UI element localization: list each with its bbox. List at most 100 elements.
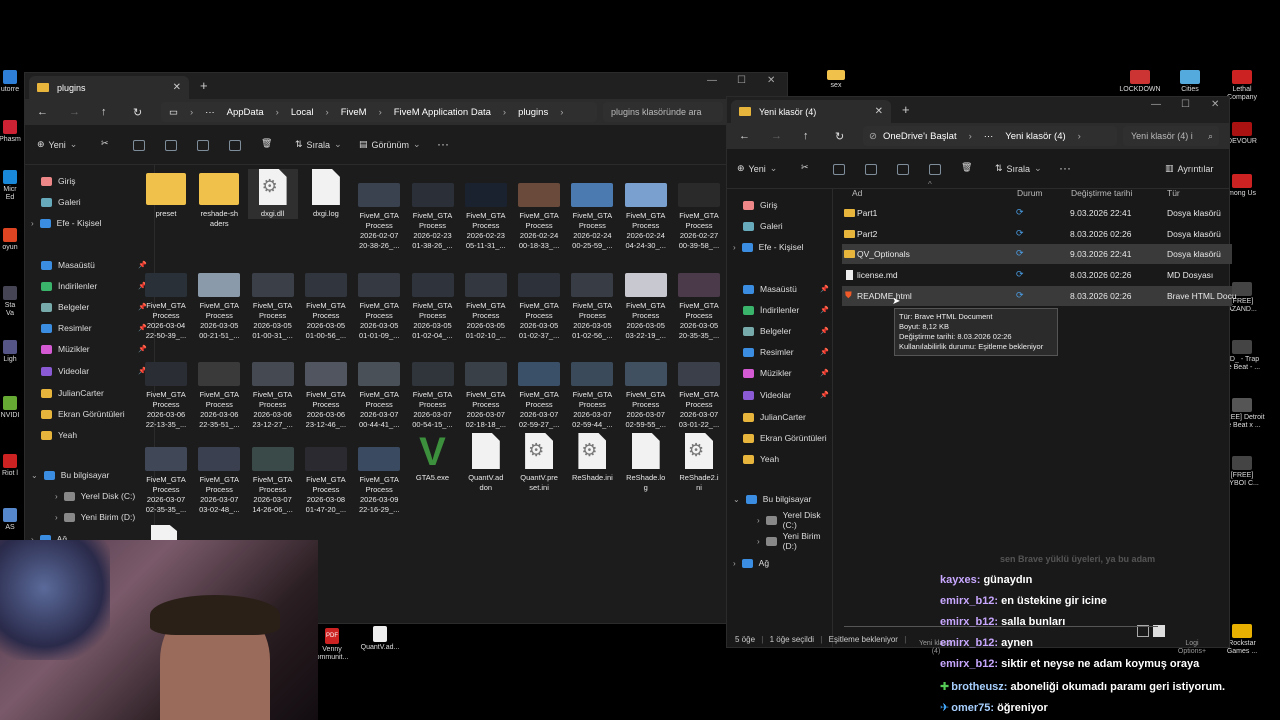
- copy-icon[interactable]: [133, 140, 145, 151]
- paste-icon[interactable]: [165, 140, 177, 151]
- new-tab-button[interactable]: +: [200, 78, 208, 93]
- sidebar-item[interactable]: › Yerel Disk (C:): [727, 510, 833, 530]
- file-tile[interactable]: ReShade.ini: [567, 433, 617, 483]
- file-tile[interactable]: FiveM_GTA Process 2026-02-23 05-11-31_..…: [461, 169, 511, 251]
- tab-plugins[interactable]: plugins ✕: [29, 76, 189, 99]
- desktop-icon-logi-options[interactable]: Logi Options+: [1170, 640, 1214, 656]
- file-tile[interactable]: FiveM_GTA Process 2026-03-05 01-02-04_..…: [408, 259, 458, 341]
- refresh-button[interactable]: ↻: [133, 106, 142, 119]
- file-tile[interactable]: FiveM_GTA Process 2026-03-04 22-50-39_..…: [141, 259, 191, 341]
- file-row[interactable]: license.md ⟳ 8.03.2026 02:26 MD Dosyası: [842, 265, 1232, 285]
- file-tile[interactable]: reshade-sh aders: [194, 169, 244, 229]
- back-button[interactable]: ←: [739, 130, 750, 142]
- file-tile[interactable]: FiveM_GTA Process 2026-03-05 00-21-51_..…: [194, 259, 244, 341]
- pin-icon[interactable]: 📌: [820, 369, 829, 377]
- file-tile[interactable]: FiveM_GTA Process 2026-02-07 20-38-26_..…: [354, 169, 404, 251]
- file-row[interactable]: Part2 ⟳ 8.03.2026 02:26 Dosya klasörü: [842, 224, 1232, 244]
- file-tile[interactable]: FiveM_GTA Process 2026-03-05 01-00-56_..…: [301, 259, 351, 341]
- sidebar-item[interactable]: Giriş: [727, 195, 833, 215]
- sidebar-item[interactable]: Resimler 📌: [25, 318, 155, 338]
- cut-icon[interactable]: ✂: [101, 138, 109, 149]
- delete-icon[interactable]: 🗑: [961, 162, 972, 173]
- sidebar-item[interactable]: ⌄ Bu bilgisayar: [25, 465, 155, 485]
- file-row[interactable]: Part1 ⟳ 9.03.2026 22:41 Dosya klasörü: [842, 203, 1232, 223]
- file-tile[interactable]: FiveM_GTA Process 2026-02-23 01-38-26_..…: [408, 169, 458, 251]
- up-button[interactable]: ↑: [101, 106, 107, 118]
- rename-icon[interactable]: [897, 164, 909, 175]
- file-tile[interactable]: FiveM_GTA Process 2026-03-07 03-02-48_..…: [194, 433, 244, 515]
- file-tile[interactable]: FiveM_GTA Process 2026-03-05 01-00-31_..…: [248, 259, 298, 341]
- breadcrumb-fivem-application-data[interactable]: FiveM Application Data: [394, 107, 491, 118]
- forward-button[interactable]: →: [69, 106, 80, 118]
- file-tile[interactable]: FiveM_GTA Process 2026-02-24 00-18-33_..…: [514, 169, 564, 251]
- tab-yeni-klasor[interactable]: Yeni klasör (4) ✕: [731, 100, 891, 123]
- file-tile[interactable]: V GTA5.exe: [408, 432, 458, 483]
- file-row[interactable]: ⛊ README.html ⟳ 8.03.2026 02:26 Brave HTML D…: [842, 285, 1237, 306]
- search-input[interactable]: Yeni klasör (4) i ⌕: [1123, 126, 1219, 146]
- back-button[interactable]: ←: [37, 106, 48, 118]
- breadcrumb-plugins[interactable]: plugins: [518, 107, 548, 118]
- breadcrumb-onedrive[interactable]: OneDrive'ı Başlat: [883, 131, 957, 142]
- desktop-icon[interactable]: Cities: [1166, 70, 1214, 94]
- sidebar-item[interactable]: Resimler 📌: [727, 342, 833, 362]
- sidebar-item[interactable]: İndirilenler 📌: [25, 276, 155, 296]
- sidebar-item[interactable]: Galeri: [25, 192, 155, 212]
- sidebar-item[interactable]: JulianCarter: [25, 383, 155, 403]
- file-tile[interactable]: dxgi.dll: [247, 169, 298, 219]
- breadcrumb-fivem[interactable]: FiveM: [341, 107, 367, 118]
- file-tile[interactable]: FiveM_GTA Process 2026-03-07 02-18-18_..…: [461, 348, 511, 430]
- desktop-icon-sex[interactable]: sex: [814, 70, 858, 90]
- desktop-icon[interactable]: LOCKDOWN: [1116, 70, 1164, 94]
- more-options-button[interactable]: ···: [437, 137, 449, 151]
- sidebar-item[interactable]: Masaüstü 📌: [727, 279, 833, 299]
- view-button[interactable]: ▤ Görünüm ⌄: [359, 139, 421, 150]
- pin-icon[interactable]: 📌: [820, 327, 829, 335]
- sidebar-item[interactable]: Belgeler 📌: [727, 321, 833, 341]
- file-tile[interactable]: FiveM_GTA Process 2026-03-07 02-35-35_..…: [141, 433, 191, 515]
- column-header-name[interactable]: Ad: [852, 188, 862, 198]
- sidebar-item[interactable]: Müzikler 📌: [727, 363, 833, 383]
- file-tile[interactable]: preset: [141, 169, 191, 219]
- column-header-type[interactable]: Tür: [1167, 188, 1180, 198]
- sidebar-item[interactable]: › Efe - Kişisel: [727, 237, 833, 257]
- file-tile[interactable]: FiveM_GTA Process 2026-03-06 22-35-51_..…: [194, 348, 244, 430]
- close-tab-icon[interactable]: ✕: [173, 82, 181, 93]
- file-tile[interactable]: FiveM_GTA Process 2026-03-05 20-35-35_..…: [674, 259, 724, 341]
- file-tile[interactable]: FiveM_GTA Process 2026-03-07 02-59-44_..…: [567, 348, 617, 430]
- close-tab-icon[interactable]: ✕: [875, 106, 883, 117]
- close-window-button[interactable]: ✕: [767, 75, 775, 86]
- file-tile[interactable]: FiveM_GTA Process 2026-03-05 01-02-37_..…: [514, 259, 564, 341]
- address-bar[interactable]: ▭ › ··· AppData › Local › FiveM › FiveM …: [161, 102, 597, 122]
- share-icon[interactable]: [929, 164, 941, 175]
- file-tile[interactable]: FiveM_GTA Process 2026-03-05 03-22-19_..…: [621, 259, 671, 341]
- sidebar-item[interactable]: Belgeler 📌: [25, 297, 155, 317]
- file-tile[interactable]: FiveM_GTA Process 2026-03-06 23-12-27_..…: [248, 348, 298, 430]
- file-tile[interactable]: QuantV.pre set.ini: [514, 433, 564, 493]
- sidebar-item[interactable]: › Yerel Disk (C:): [25, 486, 155, 506]
- file-tile[interactable]: FiveM_GTA Process 2026-03-09 22-16-29_..…: [354, 433, 404, 515]
- file-tile[interactable]: ReShade.lo g: [621, 433, 671, 493]
- search-input[interactable]: plugins klasöründe ara: [603, 102, 723, 122]
- paste-icon[interactable]: [865, 164, 877, 175]
- minimize-button[interactable]: —: [1151, 99, 1161, 110]
- file-tile[interactable]: FiveM_GTA Process 2026-03-06 23-12-46_..…: [301, 348, 351, 430]
- close-window-button[interactable]: ✕: [1211, 99, 1219, 110]
- sidebar-item[interactable]: JulianCarter: [727, 407, 833, 427]
- sidebar-item[interactable]: ⌄ Bu bilgisayar: [727, 489, 833, 509]
- breadcrumb-appdata[interactable]: AppData: [227, 107, 264, 118]
- new-tab-button[interactable]: +: [902, 102, 910, 117]
- sidebar-item[interactable]: Yeah: [25, 425, 155, 445]
- sort-button[interactable]: ⇅ Sırala ⌄: [295, 139, 342, 150]
- breadcrumb-yeni-klasor[interactable]: Yeni klasör (4): [1005, 131, 1065, 142]
- up-button[interactable]: ↑: [803, 130, 809, 142]
- sidebar-item[interactable]: Videolar 📌: [25, 361, 155, 381]
- sidebar-item[interactable]: › Ağ: [727, 553, 833, 573]
- file-tile[interactable]: FiveM_GTA Process 2026-03-05 01-02-10_..…: [461, 259, 511, 341]
- sidebar-item[interactable]: Ekran Görüntüleri: [25, 404, 155, 424]
- desktop-icon-quantv[interactable]: QuantV.ad...: [356, 626, 404, 652]
- file-tile[interactable]: FiveM_GTA Process 2026-03-07 02-59-27_..…: [514, 348, 564, 430]
- file-row[interactable]: QV_Optionals ⟳ 9.03.2026 22:41 Dosya klasör…: [842, 244, 1232, 265]
- file-tile[interactable]: FiveM_GTA Process 2026-02-27 00-39-58_..…: [674, 169, 724, 251]
- file-tile[interactable]: FiveM_GTA Process 2026-02-24 00-25-59_..…: [567, 169, 617, 251]
- minimize-button[interactable]: —: [707, 75, 717, 86]
